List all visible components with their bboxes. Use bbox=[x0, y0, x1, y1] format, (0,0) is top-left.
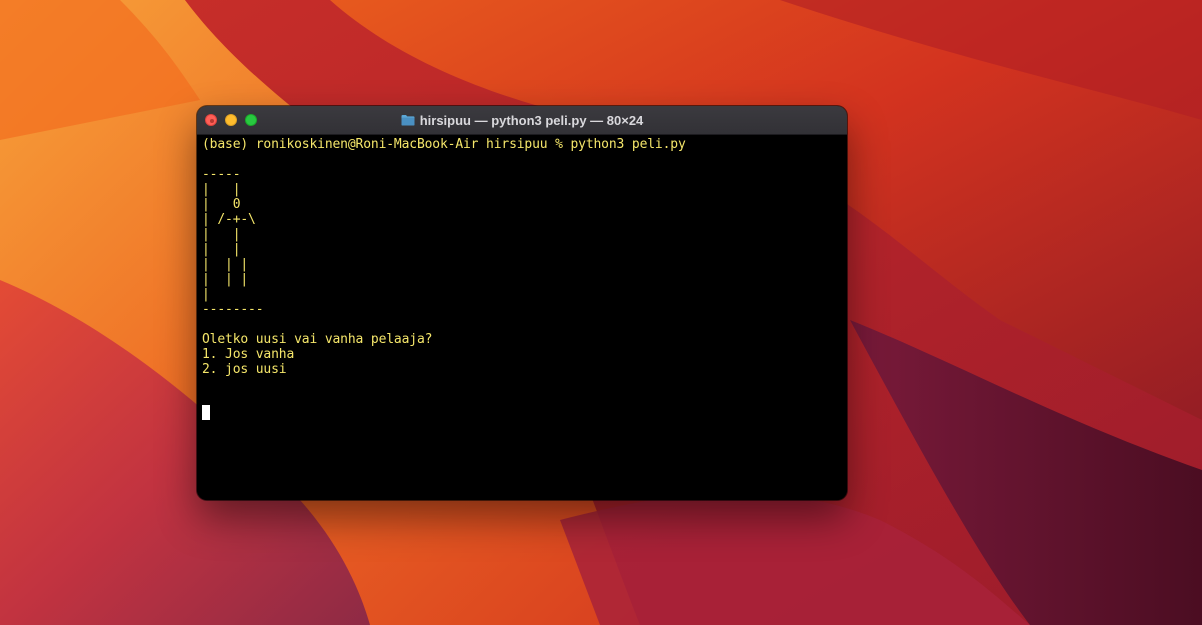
window-title: hirsipuu — python3 peli.py — 80×24 bbox=[419, 112, 644, 128]
text-cursor bbox=[202, 405, 210, 420]
folder-icon bbox=[401, 114, 415, 126]
terminal-content[interactable]: (base) ronikoskinen@Roni-MacBook-Air hir… bbox=[197, 135, 847, 500]
title-bar[interactable]: hirsipuu — python3 peli.py — 80×24 bbox=[197, 106, 847, 135]
window-title-area: hirsipuu — python3 peli.py — 80×24 bbox=[197, 106, 847, 134]
terminal-window: hirsipuu — python3 peli.py — 80×24 (base… bbox=[197, 106, 847, 500]
terminal-output: (base) ronikoskinen@Roni-MacBook-Air hir… bbox=[202, 137, 686, 377]
